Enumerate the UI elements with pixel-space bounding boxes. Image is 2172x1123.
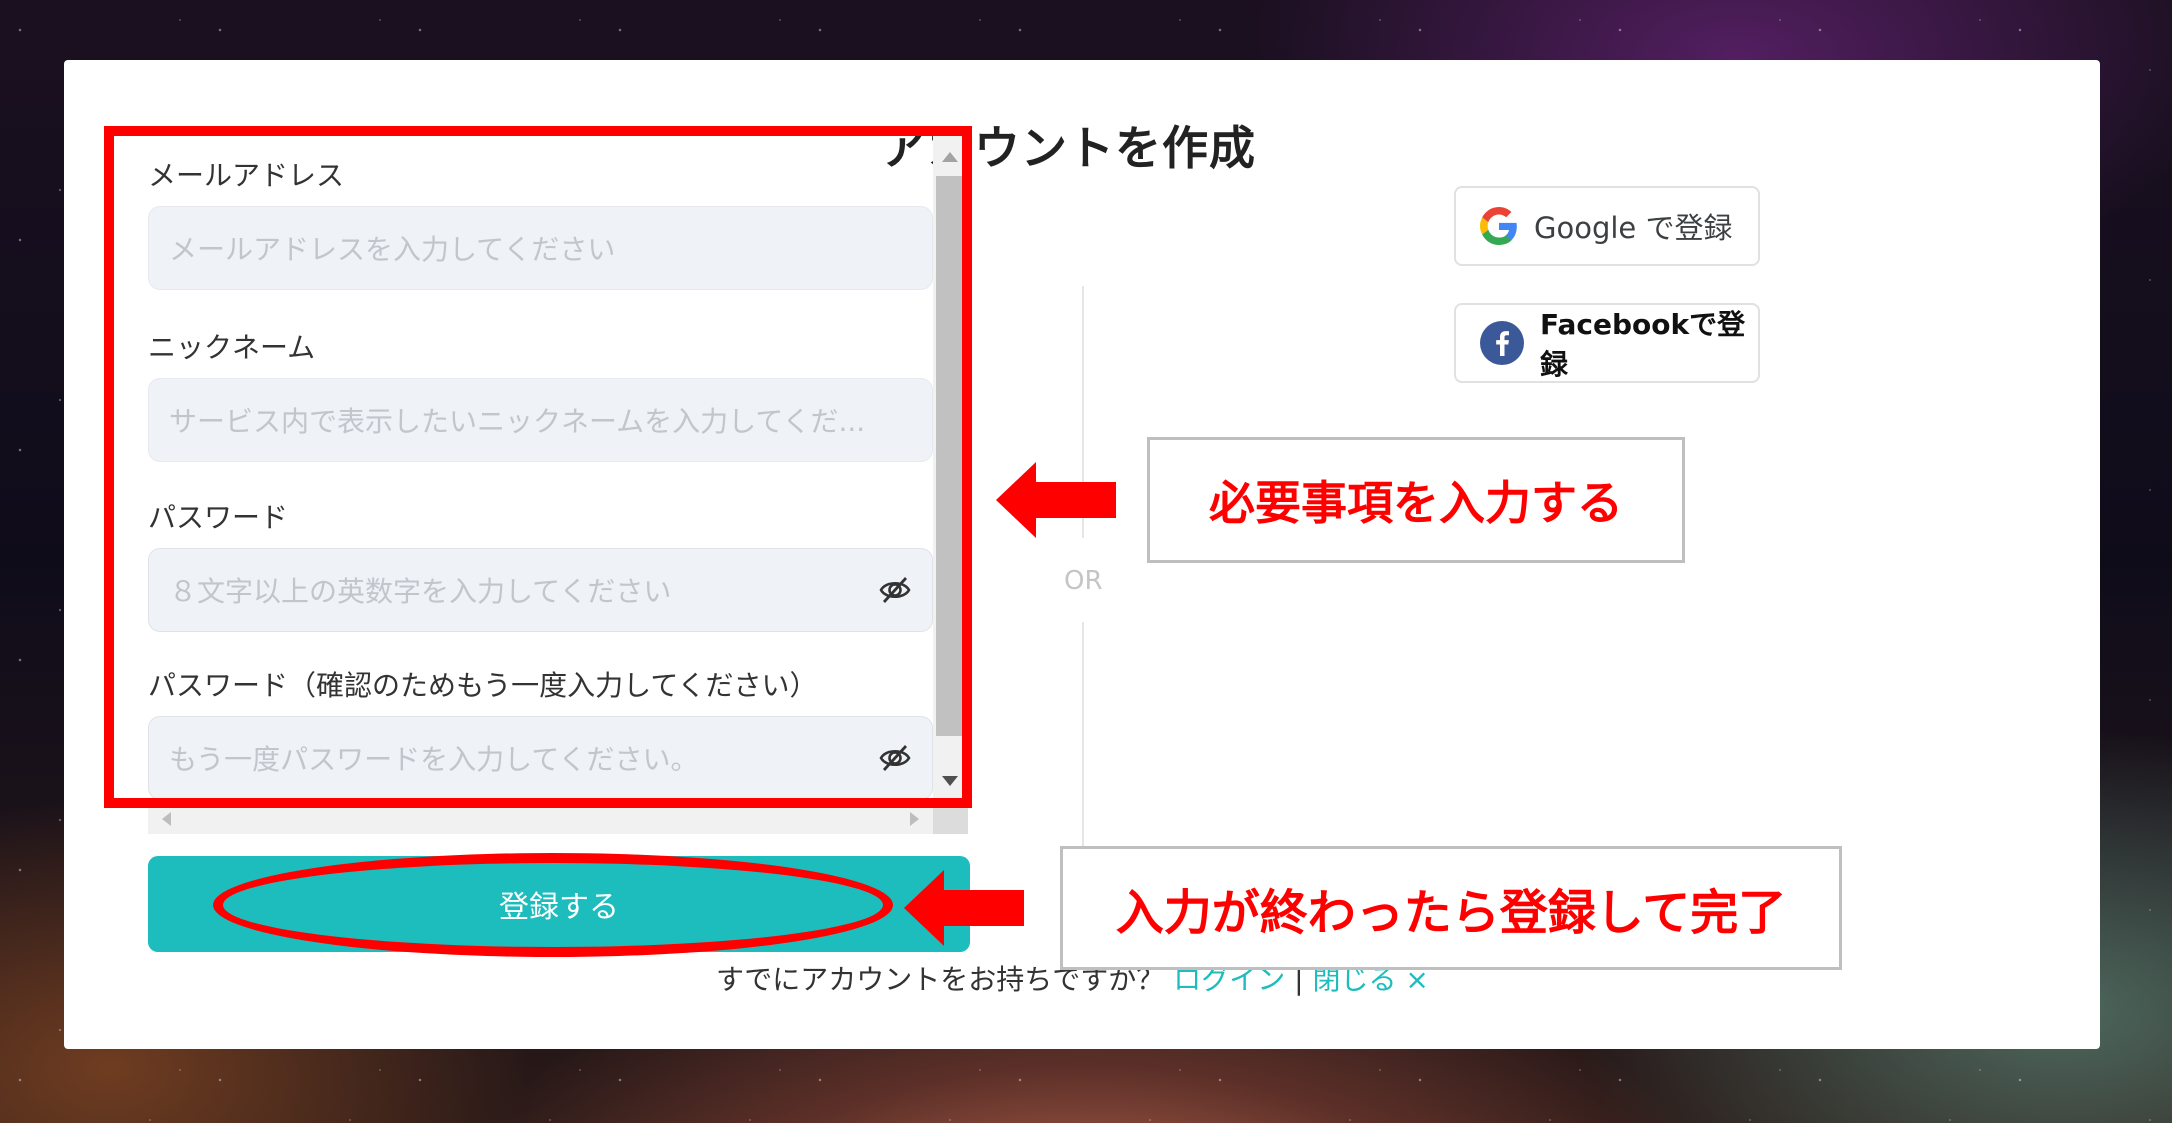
signup-form-panel: メールアドレス メールアドレスを入力してください ニックネーム サービス内で表示… <box>148 134 970 834</box>
google-icon <box>1480 207 1517 245</box>
nickname-field[interactable]: サービス内で表示したいニックネームを入力してくだ... <box>148 378 933 462</box>
scroll-up-icon[interactable] <box>942 152 958 162</box>
nickname-placeholder: サービス内で表示したいニックネームを入力してくだ... <box>169 405 866 438</box>
or-separator: OR <box>1064 566 1103 596</box>
password-confirm-label: パスワード（確認のためもう一度入力してください） <box>148 669 818 702</box>
form-scroll-area: メールアドレス メールアドレスを入力してください ニックネーム サービス内で表示… <box>148 134 933 804</box>
google-signup-label: Google で登録 <box>1534 211 1733 245</box>
password-label: パスワード <box>148 501 289 534</box>
facebook-icon <box>1480 321 1524 365</box>
vertical-divider-bottom <box>1082 622 1084 850</box>
facebook-signup-button[interactable]: Facebookで登録 <box>1454 303 1760 383</box>
email-label: メールアドレス <box>148 159 345 192</box>
scroll-down-icon[interactable] <box>942 776 958 786</box>
vertical-divider-top <box>1082 286 1084 538</box>
register-button[interactable]: 登録する <box>148 856 970 952</box>
annotation-callout-fields: 必要事項を入力する <box>1147 437 1685 563</box>
vertical-scrollbar[interactable] <box>933 134 968 804</box>
email-field[interactable]: メールアドレスを入力してください <box>148 206 933 290</box>
nickname-label: ニックネーム <box>148 331 316 364</box>
password-confirm-field[interactable]: もう一度パスワードを入力してください。 <box>148 716 933 800</box>
password-confirm-placeholder: もう一度パスワードを入力してください。 <box>169 743 699 776</box>
eye-off-icon[interactable] <box>878 741 912 775</box>
eye-off-icon[interactable] <box>878 573 912 607</box>
scroll-right-icon[interactable] <box>910 812 919 826</box>
email-placeholder: メールアドレスを入力してください <box>169 233 616 266</box>
facebook-signup-label: Facebookで登録 <box>1540 308 1746 381</box>
horizontal-scrollbar[interactable] <box>148 804 933 834</box>
scrollbar-corner <box>933 804 968 834</box>
password-field[interactable]: ８文字以上の英数字を入力してください <box>148 548 933 632</box>
annotation-callout-submit: 入力が終わったら登録して完了 <box>1060 846 1842 970</box>
scrollbar-thumb[interactable] <box>936 176 965 736</box>
google-signup-button[interactable]: Google で登録 <box>1454 186 1760 266</box>
scroll-left-icon[interactable] <box>162 812 171 826</box>
password-placeholder: ８文字以上の英数字を入力してください <box>169 575 672 608</box>
